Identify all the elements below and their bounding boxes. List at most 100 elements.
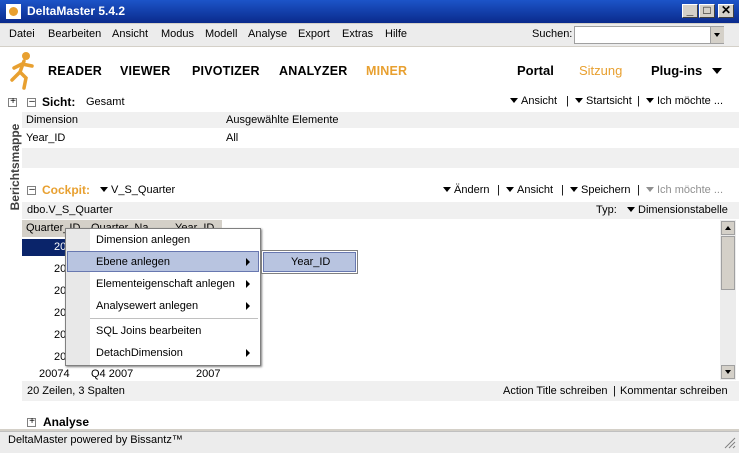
- caret-icon: [510, 98, 518, 103]
- type-selector[interactable]: Dimensionstabelle: [627, 204, 728, 216]
- sicht-spacer: [22, 148, 739, 168]
- menu-item-dimension-anlegen[interactable]: Dimension anlegen: [96, 234, 190, 246]
- search-label: Suchen:: [532, 28, 573, 40]
- analyse-expand-icon[interactable]: +: [27, 416, 36, 427]
- type-value: Dimensionstabelle: [638, 204, 728, 216]
- sicht-row-dimension[interactable]: Year_ID: [26, 132, 65, 144]
- sicht-table-header: [22, 112, 739, 128]
- sicht-value: Gesamt: [86, 96, 125, 108]
- analyse-title: Analyse: [43, 415, 90, 429]
- cockpit-ich-moechte-button[interactable]: Ich möchte ...: [646, 184, 723, 196]
- cockpit-aendern-button[interactable]: Ändern: [443, 184, 489, 196]
- submenu-arrow-icon: [246, 280, 250, 288]
- tab-miner[interactable]: MINER: [366, 64, 407, 78]
- separator: |: [497, 184, 500, 196]
- nav-plugins[interactable]: Plug-ins: [651, 63, 702, 78]
- arrow-up-icon: [725, 226, 731, 230]
- menu-modus[interactable]: Modus: [161, 28, 194, 40]
- submenu-arrow-icon: [246, 258, 250, 266]
- cockpit-ich-moechte-label: Ich möchte ...: [657, 184, 724, 196]
- cockpit-value: V_S_Quarter: [111, 184, 176, 196]
- status-text: DeltaMaster powered by Bissantz™: [8, 434, 183, 446]
- menu-separator: [90, 318, 258, 319]
- table-cell[interactable]: Q4 2007: [91, 368, 133, 380]
- sicht-ich-moechte-button[interactable]: Ich möchte ...: [646, 95, 723, 107]
- maximize-button[interactable]: □: [699, 3, 715, 18]
- menu-item-elementeigenschaft-anlegen[interactable]: Elementeigenschaft anlegen: [96, 278, 235, 290]
- caret-icon: [575, 98, 583, 103]
- menu-item-ebene-anlegen[interactable]: Ebene anlegen: [96, 256, 170, 268]
- menu-item-detach-dimension[interactable]: DetachDimension: [96, 347, 183, 359]
- cockpit-source: dbo.V_S_Quarter: [27, 204, 113, 216]
- search-input[interactable]: [574, 26, 724, 44]
- nav-sitzung[interactable]: Sitzung: [579, 63, 622, 78]
- sicht-startsicht-label: Startsicht: [586, 95, 632, 107]
- row-count: 20 Zeilen, 3 Spalten: [27, 385, 125, 397]
- separator: |: [637, 184, 640, 196]
- context-menu-icon-strip: [66, 229, 90, 365]
- caret-icon: [646, 98, 654, 103]
- minimize-button[interactable]: _: [682, 3, 698, 18]
- sicht-expand-icon[interactable]: +: [8, 96, 17, 107]
- action-title-link[interactable]: Action Title schreiben: [503, 385, 608, 397]
- menu-bearbeiten[interactable]: Bearbeiten: [48, 28, 101, 40]
- separator: |: [637, 95, 640, 107]
- search-dropdown-button[interactable]: [710, 27, 724, 43]
- submenu-item-year-id[interactable]: Year_ID: [291, 256, 330, 268]
- submenu-arrow-icon: [246, 349, 250, 357]
- nav-portal[interactable]: Portal: [517, 63, 554, 78]
- cockpit-selector[interactable]: V_S_Quarter: [100, 184, 175, 196]
- comment-link[interactable]: Kommentar schreiben: [620, 385, 728, 397]
- close-button[interactable]: ✕: [718, 3, 734, 18]
- scroll-thumb[interactable]: [721, 236, 735, 290]
- menu-modell[interactable]: Modell: [205, 28, 237, 40]
- menu-item-sql-joins[interactable]: SQL Joins bearbeiten: [96, 325, 201, 337]
- caret-icon: [506, 187, 514, 192]
- sicht-ansicht-label: Ansicht: [521, 95, 558, 107]
- type-label: Typ:: [596, 204, 617, 216]
- menu-datei[interactable]: Datei: [9, 28, 35, 40]
- table-cell[interactable]: 20074: [39, 368, 70, 380]
- sicht-collapse-icon[interactable]: –: [27, 96, 36, 107]
- sicht-row-elements[interactable]: All: [226, 132, 238, 144]
- cockpit-speichern-label: Speichern: [581, 184, 631, 196]
- sicht-startsicht-button[interactable]: Startsicht: [575, 95, 632, 107]
- app-icon: [6, 4, 21, 19]
- sicht-title: Sicht:: [42, 95, 76, 109]
- menu-analyse[interactable]: Analyse: [248, 28, 287, 40]
- column-header-dimension[interactable]: Dimension: [26, 114, 78, 126]
- runner-logo-icon: [10, 52, 34, 90]
- cockpit-collapse-icon[interactable]: –: [27, 184, 36, 195]
- cockpit-speichern-button[interactable]: Speichern: [570, 184, 631, 196]
- tab-analyzer[interactable]: ANALYZER: [279, 64, 348, 78]
- tab-pivotizer[interactable]: PIVOTIZER: [192, 64, 260, 78]
- table-cell[interactable]: 2007: [196, 368, 220, 380]
- menu-hilfe[interactable]: Hilfe: [385, 28, 407, 40]
- cockpit-title: Cockpit:: [42, 183, 90, 197]
- sidebar-label[interactable]: Berichtsmappe: [8, 117, 22, 217]
- menu-ansicht[interactable]: Ansicht: [112, 28, 148, 40]
- submenu-arrow-icon: [246, 302, 250, 310]
- cockpit-ansicht-button[interactable]: Ansicht: [506, 184, 553, 196]
- context-menu: [65, 228, 261, 366]
- window-title: DeltaMaster 5.4.2: [27, 4, 126, 18]
- caret-icon: [570, 187, 578, 192]
- caret-icon: [443, 187, 451, 192]
- sicht-ich-moechte-label: Ich möchte ...: [657, 95, 724, 107]
- menu-item-analysewert-anlegen[interactable]: Analysewert anlegen: [96, 300, 198, 312]
- separator: |: [561, 184, 564, 196]
- caret-icon: [627, 207, 635, 212]
- tab-reader[interactable]: READER: [48, 64, 102, 78]
- arrow-down-icon: [725, 370, 731, 374]
- cockpit-ansicht-label: Ansicht: [517, 184, 554, 196]
- sicht-ansicht-button[interactable]: Ansicht: [510, 95, 557, 107]
- menu-extras[interactable]: Extras: [342, 28, 373, 40]
- separator: |: [566, 95, 569, 107]
- menu-export[interactable]: Export: [298, 28, 330, 40]
- separator: |: [613, 385, 616, 397]
- caret-icon: [646, 187, 654, 192]
- tab-viewer[interactable]: VIEWER: [120, 64, 171, 78]
- resize-grip-icon[interactable]: [724, 437, 736, 449]
- column-header-elements[interactable]: Ausgewählte Elemente: [226, 114, 339, 126]
- chevron-down-icon[interactable]: [712, 68, 722, 74]
